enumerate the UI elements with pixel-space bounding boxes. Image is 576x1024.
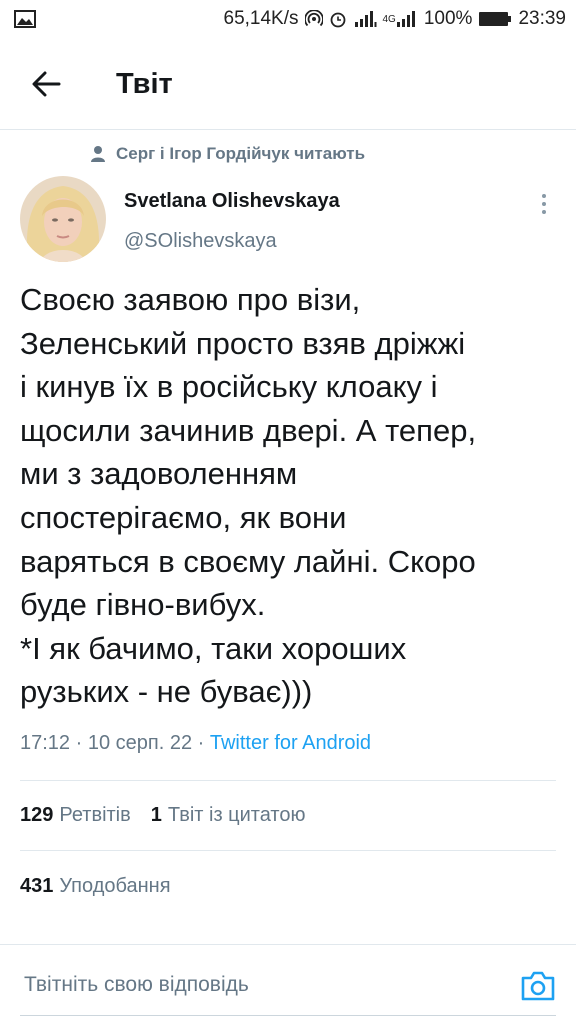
page-title: Твіт — [116, 68, 173, 100]
net-speed: 65,14K/s — [223, 8, 299, 29]
quotes-stat[interactable]: 1 Твіт із цитатою — [151, 804, 306, 827]
divider — [20, 850, 556, 851]
likes-label: Уподобання — [59, 875, 171, 897]
retweets-label: Ретвітів — [59, 804, 131, 826]
author-handle[interactable]: @SOlishevskaya — [124, 230, 277, 253]
status-bar: 65,14K/s 4G 100% 23:39 — [0, 0, 576, 38]
likes-count: 431 — [20, 875, 54, 897]
tweet-source-link[interactable]: Twitter for Android — [210, 732, 371, 754]
reply-bar: Твітніть свою відповідь — [0, 944, 576, 1024]
clock: 23:39 — [518, 8, 566, 29]
meta-separator: · — [75, 732, 88, 754]
social-context-text: Серг і Ігор Гордійчук читають — [116, 144, 366, 163]
signal-icon — [353, 10, 377, 28]
social-context[interactable]: Серг і Ігор Гордійчук читають — [90, 144, 365, 164]
alarm-icon — [329, 10, 347, 28]
reply-input[interactable]: Твітніть свою відповідь — [24, 973, 249, 997]
likes-stat[interactable]: 431 Уподобання — [20, 875, 171, 898]
battery-icon — [478, 10, 512, 28]
author-name[interactable]: Svetlana Olishevskaya — [124, 190, 340, 213]
more-options-button[interactable] — [532, 190, 556, 218]
tweet-date: 10 серп. 22 — [87, 732, 193, 754]
likes-row: 431 Уподобання — [20, 875, 171, 898]
hotspot-icon — [304, 10, 323, 28]
meta-separator: · — [197, 732, 210, 754]
vertical-ellipsis-icon — [542, 202, 546, 206]
vertical-ellipsis-icon — [542, 194, 546, 198]
camera-button[interactable] — [518, 967, 558, 1005]
person-icon — [91, 146, 105, 162]
divider — [20, 780, 556, 781]
signal-4g-icon: 4G — [383, 10, 418, 28]
quotes-count: 1 — [150, 804, 162, 826]
tweet-meta: 17:12 · 10 серп. 22 · Twitter for Androi… — [20, 732, 371, 755]
image-notification-icon — [14, 9, 38, 29]
camera-icon — [521, 971, 555, 1001]
retweets-stat[interactable]: 129 Ретвітів — [20, 804, 131, 827]
arrow-left-icon — [32, 71, 61, 97]
network-type-label: 4G — [382, 13, 396, 25]
reply-underline — [20, 1015, 556, 1016]
top-app-bar: Твіт — [0, 38, 576, 130]
status-right: 65,14K/s 4G 100% 23:39 — [224, 8, 567, 30]
back-button[interactable] — [24, 64, 68, 104]
vertical-ellipsis-icon — [542, 210, 546, 214]
engagement-row: 129 Ретвітів 1 Твіт із цитатою — [20, 804, 306, 827]
author-avatar[interactable] — [20, 176, 106, 262]
battery-percent: 100% — [423, 8, 473, 29]
retweets-count: 129 — [20, 804, 54, 826]
tweet-time: 17:12 — [20, 732, 71, 754]
quotes-label: Твіт із цитатою — [167, 804, 306, 826]
tweet-text: Своєю заявою про візи, Зеленський просто… — [20, 282, 477, 710]
